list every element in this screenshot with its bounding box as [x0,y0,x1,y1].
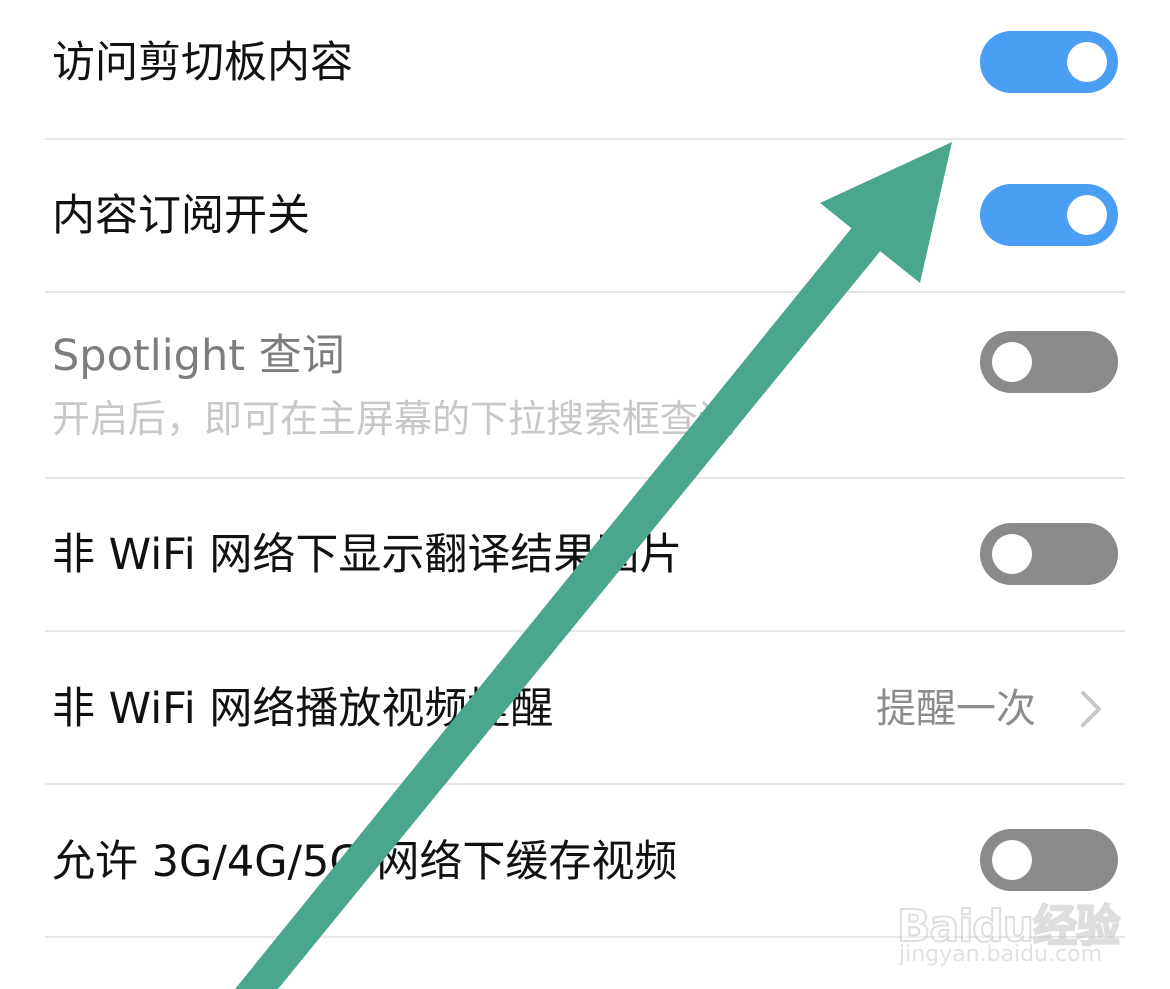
subscribe-toggle[interactable] [980,184,1118,246]
setting-label-cache-video: 允许 3G/4G/5G 网络下缓存视频 [52,837,678,887]
wifi-images-toggle[interactable] [980,523,1118,585]
cache-video-toggle[interactable] [980,829,1118,891]
toggle-knob [992,534,1032,574]
watermark-url: jingyan.baidu.com [899,942,1103,967]
setting-row-cache-video[interactable]: 允许 3G/4G/5G 网络下缓存视频 [0,785,1170,936]
chevron-right-icon [1081,691,1101,727]
toggle-knob [992,840,1032,880]
setting-label-spotlight: Spotlight 查词 [52,331,345,381]
wifi-video-value: 提醒一次 [876,686,1036,732]
settings-page: 访问剪切板内容 内容订阅开关 Spotlight 查词 开启后，即可在主屏幕的下… [0,0,1170,989]
setting-label-wifi-video: 非 WiFi 网络播放视频提醒 [52,684,554,734]
toggle-knob [1067,195,1107,235]
setting-label-subscribe: 内容订阅开关 [52,191,310,241]
divider [45,936,1125,938]
toggle-knob [1067,42,1107,82]
setting-row-spotlight[interactable]: Spotlight 查词 开启后，即可在主屏幕的下拉搜索框查词 [0,293,1170,477]
clipboard-toggle[interactable] [980,31,1118,93]
setting-sublabel-spotlight: 开启后，即可在主屏幕的下拉搜索框查词 [52,397,737,441]
setting-row-subscribe[interactable]: 内容订阅开关 [0,140,1170,291]
setting-label-wifi-images: 非 WiFi 网络下显示翻译结果图片 [52,530,683,580]
setting-row-wifi-images[interactable]: 非 WiFi 网络下显示翻译结果图片 [0,479,1170,630]
setting-row-clipboard[interactable]: 访问剪切板内容 [0,0,1170,139]
setting-label-clipboard: 访问剪切板内容 [52,38,353,88]
spotlight-toggle[interactable] [980,331,1118,393]
toggle-knob [992,342,1032,382]
setting-row-wifi-video[interactable]: 非 WiFi 网络播放视频提醒 提醒一次 [0,632,1170,783]
